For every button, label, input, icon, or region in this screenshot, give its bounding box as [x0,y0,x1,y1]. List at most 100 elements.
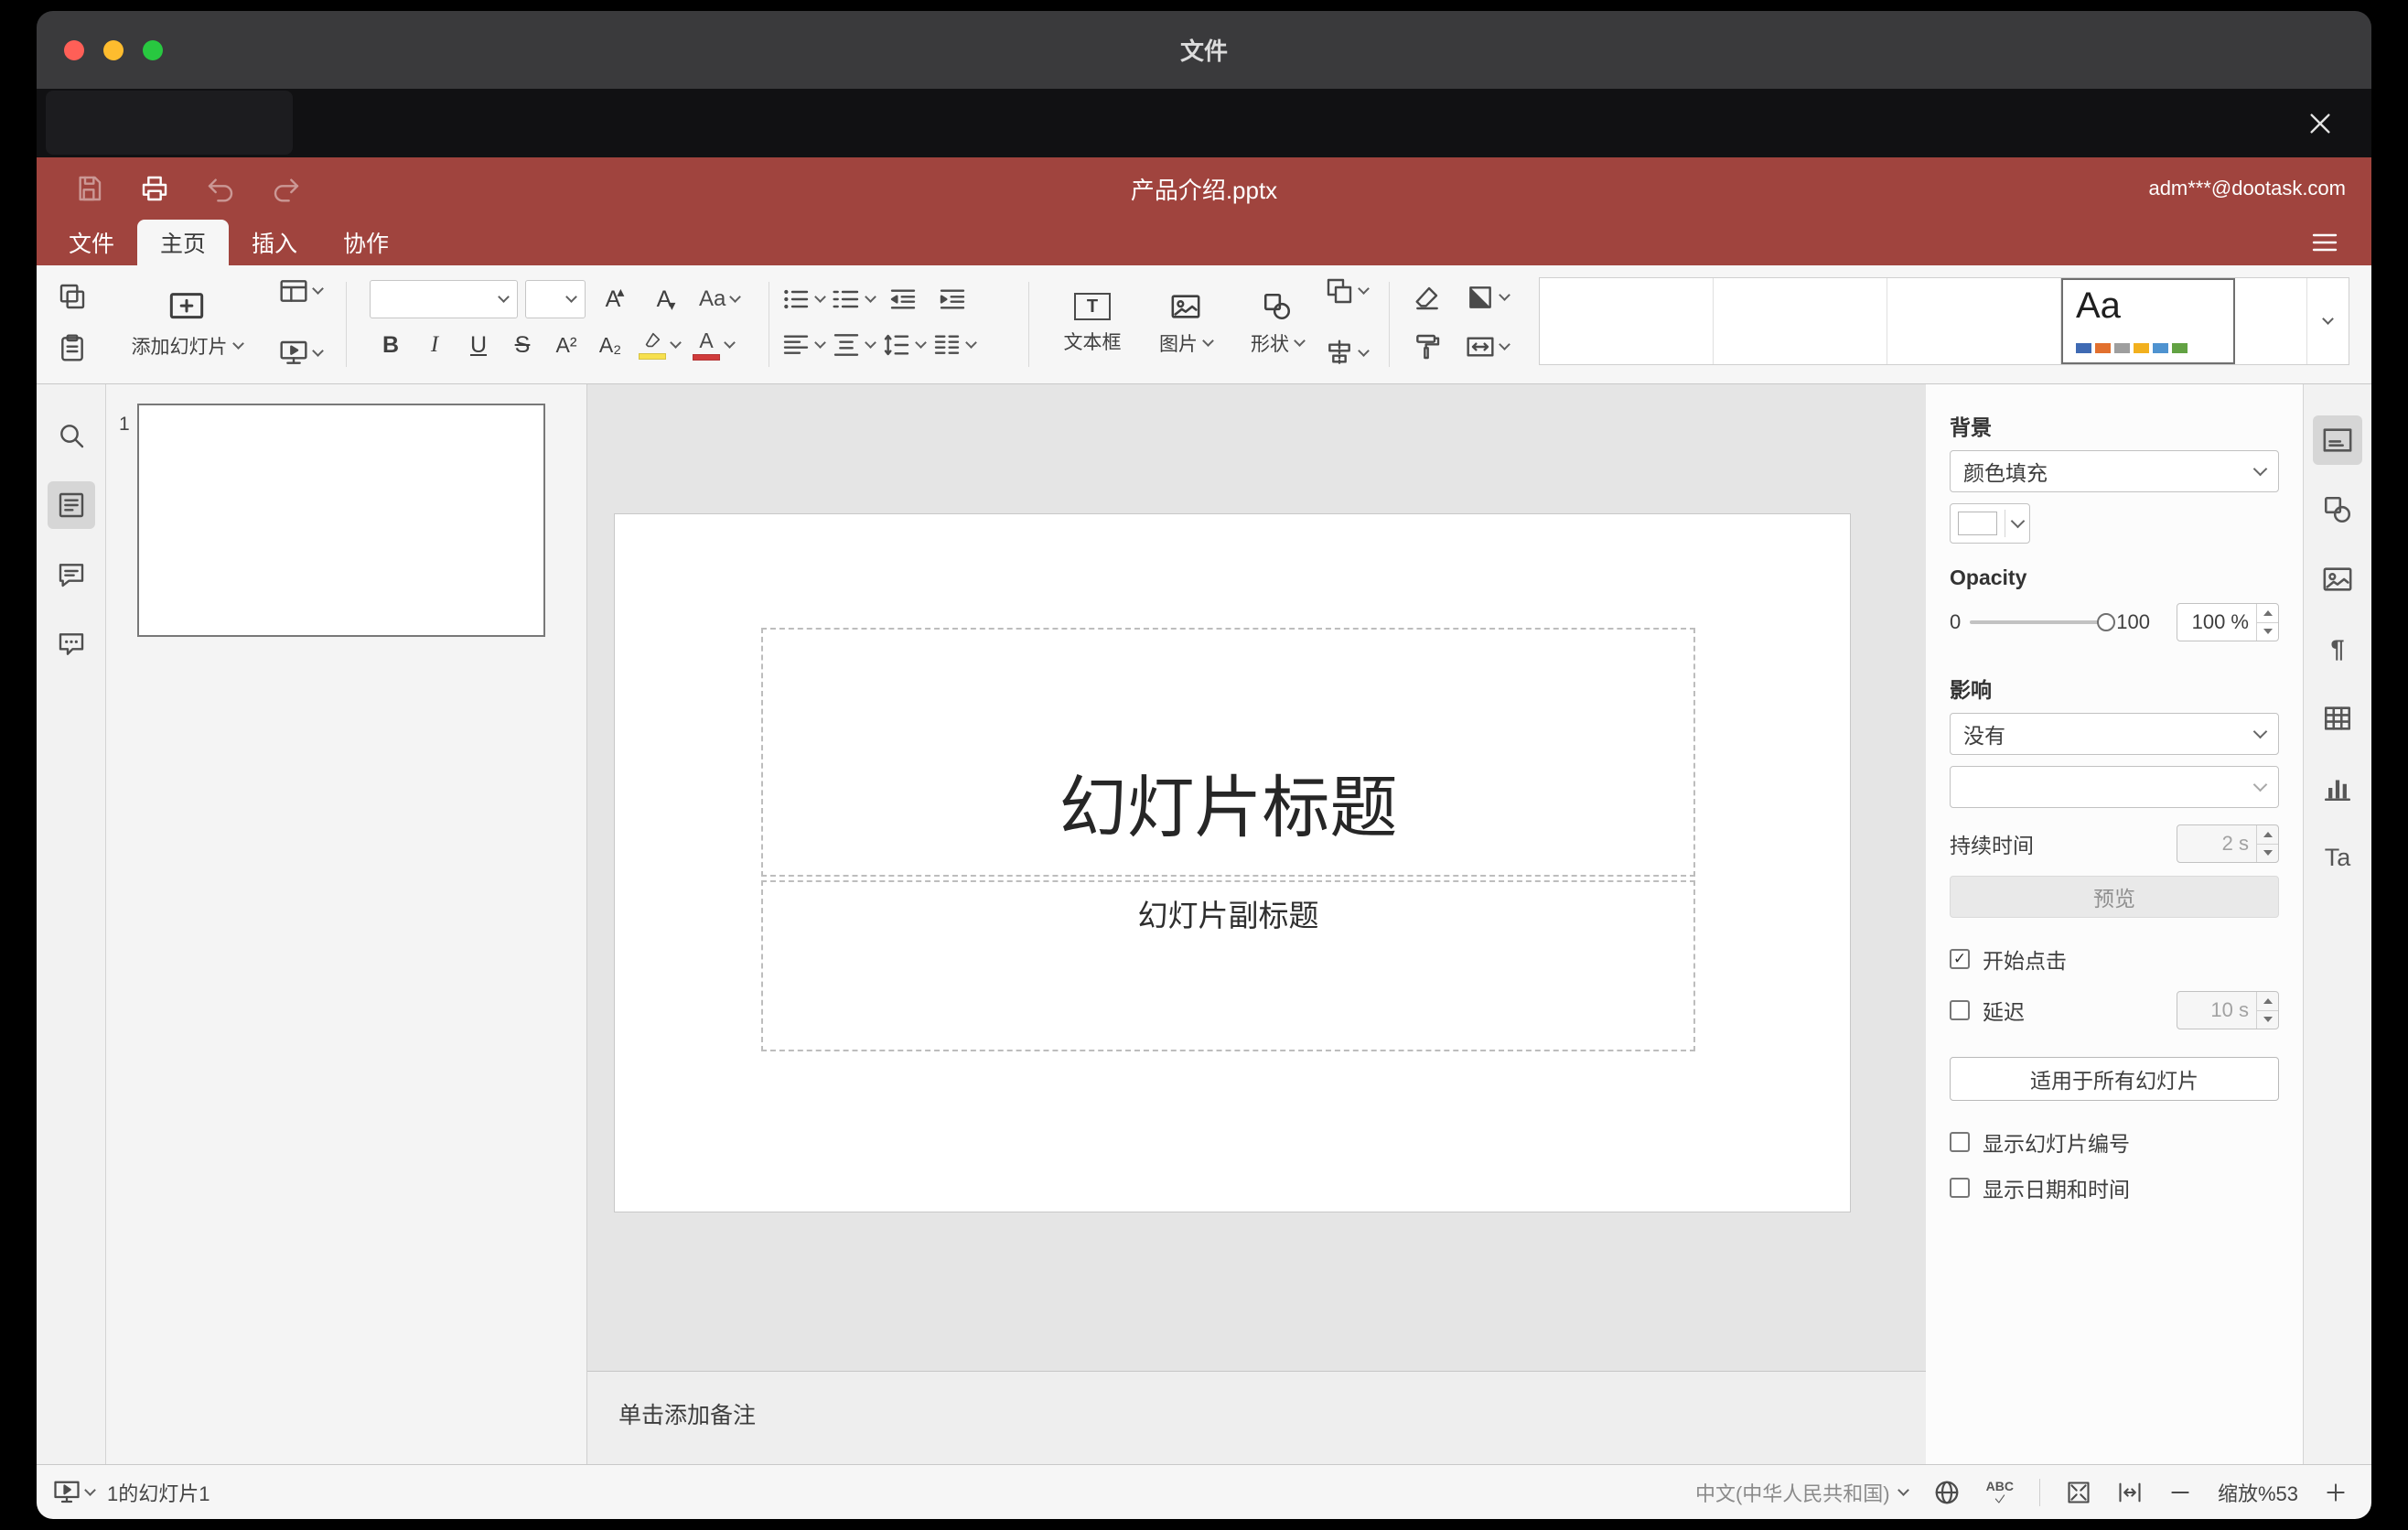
opacity-slider-track[interactable] [1970,613,2116,631]
paragraph-settings-button[interactable]: ¶ [2313,624,2362,673]
shape-settings-button[interactable] [2313,485,2362,534]
search-button[interactable] [48,412,95,459]
slide-size-button[interactable] [1457,332,1517,361]
spin-up-button[interactable] [2257,992,2278,1010]
comments-button[interactable] [48,551,95,598]
table-settings-button[interactable] [2313,694,2362,743]
align-shape-button[interactable] [1325,339,1370,368]
spin-up-button[interactable] [2257,825,2278,844]
redo-button[interactable] [265,167,307,210]
insert-image-button[interactable]: 图片 [1145,273,1226,375]
save-button[interactable] [68,167,110,210]
spin-down-button[interactable] [2257,621,2278,641]
horizontal-align-button[interactable] [781,330,826,360]
tab-insert[interactable]: 插入 [229,220,320,265]
opacity-slider-thumb[interactable] [2097,613,2116,631]
spin-up-button[interactable] [2257,604,2278,622]
slide[interactable]: 幻灯片标题 幻灯片副标题 [615,514,1850,1212]
preview-button[interactable]: 预览 [1950,876,2279,918]
fill-type-select[interactable]: 颜色填充 [1950,450,2279,492]
image-settings-button[interactable] [2313,555,2362,604]
effect-variant-select[interactable] [1950,766,2279,808]
zoom-traffic-light[interactable] [143,39,163,60]
add-slide-button[interactable]: 添加幻灯片 [117,273,256,375]
zoom-out-button[interactable] [2168,1481,2192,1504]
zoom-in-button[interactable] [2324,1481,2348,1504]
minimize-traffic-light[interactable] [103,39,124,60]
columns-button[interactable] [932,330,977,360]
clear-style-button[interactable] [1405,283,1449,312]
chevron-down-icon [84,1483,96,1496]
bold-button[interactable]: B [370,324,412,366]
spin-down-button[interactable] [2257,1009,2278,1029]
start-slideshow-button[interactable] [279,339,324,368]
slide-layout-button[interactable] [279,276,324,306]
close-traffic-light[interactable] [64,39,84,60]
bullets-button[interactable] [781,285,826,314]
subscript-button[interactable]: A₂ [589,324,631,366]
theme-gallery-expand-button[interactable] [2306,278,2349,364]
font-name-select[interactable] [370,280,518,318]
title-placeholder[interactable]: 幻灯片标题 [761,628,1695,877]
decrement-font-button[interactable]: A ▾ [644,278,688,320]
strikethrough-button[interactable]: S [501,324,543,366]
chart-settings-button[interactable] [2313,763,2362,813]
textart-settings-button[interactable]: Ta [2313,833,2362,882]
close-button[interactable] [2298,102,2342,145]
effect-select[interactable]: 没有 [1950,713,2279,755]
vertical-align-button[interactable] [832,330,876,360]
change-case-button[interactable]: Aa [695,278,743,320]
document-language-button[interactable] [1933,1479,1961,1506]
fit-width-button[interactable] [2117,1480,2143,1505]
paste-button[interactable] [52,328,92,368]
italic-button[interactable]: I [414,324,456,366]
delay-input[interactable]: 10 s [2177,991,2279,1029]
line-spacing-button[interactable] [882,330,927,360]
increment-font-button[interactable]: A ▴ [593,278,637,320]
duration-input[interactable]: 2 s [2177,824,2279,863]
color-scheme-button[interactable] [1457,283,1517,312]
spin-down-button[interactable] [2257,843,2278,863]
insert-textbox-button[interactable]: T 文本框 [1050,273,1134,375]
apply-to-all-button[interactable]: 适用于所有幻灯片 [1950,1057,2279,1101]
start-preview-button[interactable] [53,1479,96,1506]
subtitle-placeholder[interactable]: 幻灯片副标题 [761,880,1695,1051]
show-date-checkbox[interactable] [1950,1178,1970,1198]
undo-button[interactable] [199,167,242,210]
delay-checkbox[interactable] [1950,1000,1970,1020]
superscript-button[interactable]: A² [545,324,587,366]
hamburger-menu-button[interactable] [2304,224,2346,261]
theme-thumbnail[interactable] [1540,278,1714,364]
decrease-indent-button[interactable] [882,285,924,314]
font-size-select[interactable] [525,280,586,318]
theme-thumbnail[interactable] [1714,278,1887,364]
notes-area[interactable]: 单击添加备注 [587,1371,1926,1464]
insert-shape-button[interactable]: 形状 [1237,273,1317,375]
opacity-value-input[interactable]: 100 % [2177,603,2279,641]
increase-indent-button[interactable] [931,285,973,314]
show-slide-number-checkbox[interactable] [1950,1132,1970,1152]
fill-color-select[interactable] [1950,503,2030,544]
theme-thumbnail[interactable] [1887,278,2061,364]
language-selector[interactable]: 中文(中华人民共和国) [1695,1478,1909,1507]
tab-file[interactable]: 文件 [46,220,137,265]
underline-button[interactable]: U [457,324,500,366]
slide-settings-button[interactable] [2313,415,2362,465]
print-button[interactable] [134,167,176,210]
fit-slide-button[interactable] [2066,1480,2091,1505]
opacity-value: 100 % [2191,610,2249,633]
font-color-button[interactable]: A [687,324,739,366]
start-on-click-checkbox[interactable]: ✓ [1950,949,1970,969]
slides-panel-button[interactable] [47,481,95,529]
spellcheck-button[interactable]: ABC [1986,1480,2014,1505]
tab-collaboration[interactable]: 协作 [320,220,412,265]
theme-thumbnail-selected[interactable]: Aa [2061,278,2235,364]
highlight-color-button[interactable] [633,324,685,366]
arrange-shape-button[interactable] [1325,276,1370,306]
feedback-button[interactable] [48,620,95,668]
copy-button[interactable] [52,276,92,317]
copy-style-button[interactable] [1405,332,1449,361]
slide-thumbnail[interactable] [137,404,545,637]
numbering-button[interactable] [832,285,876,314]
tab-home[interactable]: 主页 [137,220,230,265]
